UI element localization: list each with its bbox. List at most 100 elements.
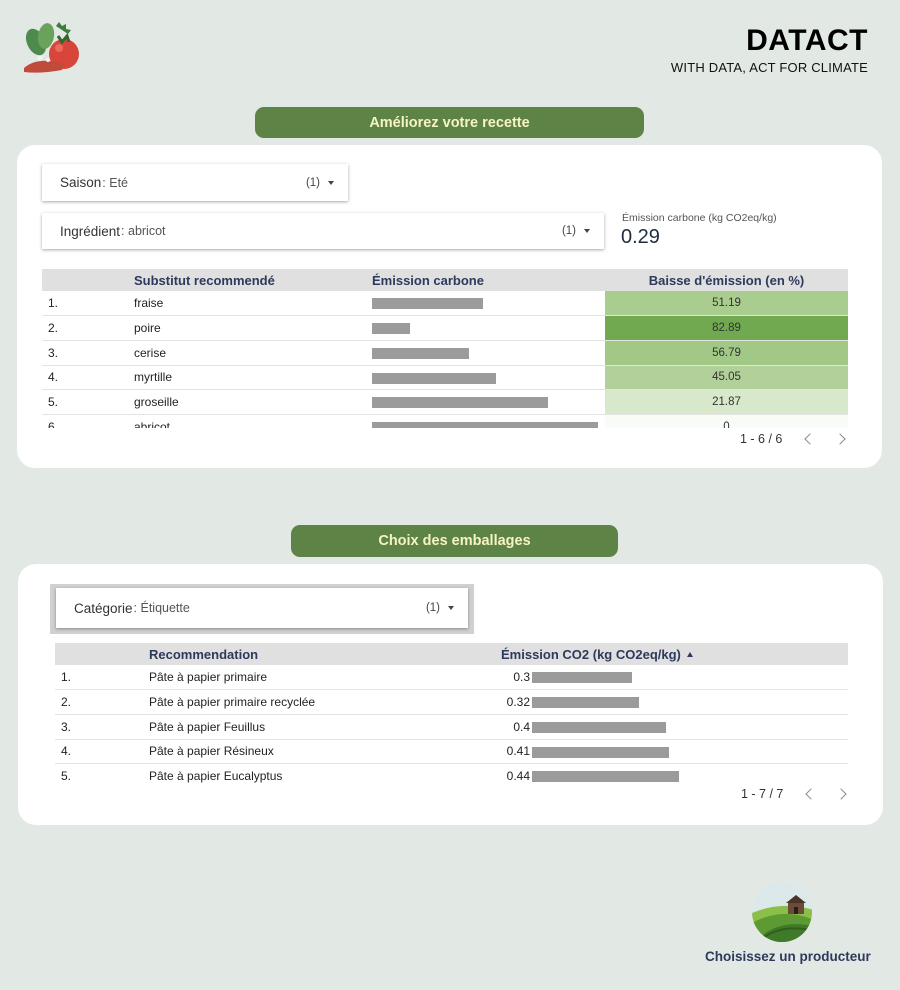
column-header-recommendation[interactable]: Recommendation: [142, 643, 472, 665]
packaging-table-container[interactable]: Recommendation Émission CO2 (kg CO2eq/kg…: [55, 643, 848, 785]
emission-bar: [372, 397, 548, 409]
pagination-label: 1 - 6 / 6: [740, 432, 783, 446]
emission-bar: [532, 672, 632, 684]
category-filter-count: (1): [425, 602, 440, 614]
row-rank: 2.: [42, 315, 127, 341]
chevron-right-icon[interactable]: [834, 433, 847, 445]
emission-bar: [372, 372, 496, 384]
row-recommendation-name: Pâte à papier Résineux: [142, 739, 472, 765]
brand-title: DATACT: [746, 24, 868, 57]
vegetables-logo-icon: [24, 22, 79, 73]
row-emission-bar-cell: [532, 739, 848, 765]
table-row[interactable]: 3. Pâte à papier Feuillus 0.4: [55, 714, 848, 740]
table-row[interactable]: 4. myrtille 45.05: [42, 365, 848, 391]
table-row[interactable]: 1. fraise 51.19: [42, 291, 848, 317]
column-header-drop[interactable]: Baisse d'émission (en %): [605, 269, 848, 291]
category-filter[interactable]: Catégorie : Étiquette (1): [56, 588, 468, 628]
row-emission-drop: 51.19: [605, 291, 848, 317]
table-row[interactable]: 5. Pâte à papier Eucalyptus 0.44: [55, 763, 848, 785]
category-filter-value: : Étiquette: [133, 601, 190, 615]
section-title-packaging: Choix des emballages: [291, 525, 618, 557]
ingredient-filter[interactable]: Ingrédient : abricot (1): [42, 213, 604, 249]
caret-down-icon: [448, 606, 454, 610]
row-rank: 3.: [55, 714, 142, 740]
caret-down-icon: [584, 229, 590, 233]
scorecard-label: Émission carbone (kg CO2eq/kg): [622, 212, 777, 224]
row-emission-drop: 82.89: [605, 315, 848, 341]
table-row[interactable]: 2. Pâte à papier primaire recyclée 0.32: [55, 689, 848, 715]
season-filter-value: : Eté: [102, 175, 128, 190]
pagination-label: 1 - 7 / 7: [741, 787, 784, 801]
emission-bar: [532, 722, 666, 734]
row-substitute-name: abricot: [127, 414, 366, 428]
farm-logo-icon[interactable]: [750, 880, 814, 944]
emission-bar: [532, 771, 679, 783]
chevron-left-icon[interactable]: [804, 433, 817, 445]
table-row[interactable]: 3. cerise 56.79: [42, 340, 848, 366]
column-header-substitute[interactable]: Substitut recommendé: [127, 269, 366, 291]
ingredient-filter-count: (1): [561, 225, 576, 237]
row-emission-drop: 0: [605, 414, 848, 428]
emission-bar: [372, 323, 410, 335]
packaging-table-pagination: 1 - 7 / 7: [741, 787, 848, 801]
row-emission-bar-cell: [532, 763, 848, 785]
column-header-emission[interactable]: Émission carbone: [366, 269, 605, 291]
row-recommendation-name: Pâte à papier Eucalyptus: [142, 763, 472, 785]
table-row[interactable]: 4. Pâte à papier Résineux 0.41: [55, 739, 848, 765]
row-emission-value: 0.41: [472, 739, 532, 765]
row-recommendation-name: Pâte à papier Feuillus: [142, 714, 472, 740]
table-row[interactable]: 1. Pâte à papier primaire 0.3: [55, 665, 848, 691]
row-emission-bar-cell: [532, 714, 848, 740]
season-filter-label: Saison: [60, 175, 102, 190]
row-emission-bar-cell: [532, 689, 848, 715]
column-header-co2-label: Émission CO2 (kg CO2eq/kg): [501, 646, 681, 662]
packaging-table: Recommendation Émission CO2 (kg CO2eq/kg…: [55, 643, 848, 785]
emission-bar: [372, 298, 483, 310]
substitute-table: Substitut recommendé Émission carbone Ba…: [42, 269, 848, 428]
emission-bar: [372, 348, 469, 360]
row-substitute-name: poire: [127, 315, 366, 341]
table-row[interactable]: 6. abricot 0: [42, 414, 848, 428]
column-header-rank[interactable]: [55, 643, 142, 665]
emission-bar: [532, 697, 639, 709]
row-emission-value: 0.3: [472, 665, 532, 691]
row-emission-bar-cell: [366, 340, 605, 366]
row-rank: 3.: [42, 340, 127, 366]
column-header-rank[interactable]: [42, 269, 127, 291]
row-rank: 5.: [42, 389, 127, 415]
caret-down-icon: [328, 180, 334, 185]
row-rank: 5.: [55, 763, 142, 785]
row-rank: 1.: [42, 291, 127, 317]
chevron-right-icon[interactable]: [835, 788, 848, 800]
table-row[interactable]: 5. groseille 21.87: [42, 389, 848, 415]
row-rank: 4.: [55, 739, 142, 765]
ingredient-filter-label: Ingrédient: [60, 223, 121, 239]
ingredient-filter-value: : abricot: [121, 224, 166, 238]
season-filter[interactable]: Saison : Eté (1): [42, 164, 348, 201]
row-rank: 6.: [42, 414, 127, 428]
row-emission-bar-cell: [366, 389, 605, 415]
choose-producer-link[interactable]: Choisissez un producteur: [705, 949, 871, 964]
row-emission-bar-cell: [532, 665, 848, 691]
brand-subtitle: WITH DATA, ACT FOR CLIMATE: [670, 60, 868, 75]
emission-bar: [532, 746, 669, 758]
section-title-recipe: Améliorez votre recette: [255, 107, 644, 138]
row-emission-drop: 56.79: [605, 340, 848, 366]
chevron-left-icon[interactable]: [805, 788, 818, 800]
row-emission-value: 0.32: [472, 689, 532, 715]
row-emission-bar-cell: [366, 365, 605, 391]
sort-ascending-icon: [686, 651, 693, 657]
row-recommendation-name: Pâte à papier primaire: [142, 665, 472, 691]
row-substitute-name: cerise: [127, 340, 366, 366]
row-rank: 1.: [55, 665, 142, 691]
row-emission-bar-cell: [366, 315, 605, 341]
row-emission-bar-cell: [366, 291, 605, 317]
table-row[interactable]: 2. poire 82.89: [42, 315, 848, 341]
substitute-table-pagination: 1 - 6 / 6: [740, 432, 847, 446]
row-emission-drop: 21.87: [605, 389, 848, 415]
row-substitute-name: myrtille: [127, 365, 366, 391]
column-header-co2[interactable]: Émission CO2 (kg CO2eq/kg): [472, 643, 848, 665]
row-substitute-name: groseille: [127, 389, 366, 415]
substitute-table-container[interactable]: Substitut recommendé Émission carbone Ba…: [42, 269, 848, 428]
row-recommendation-name: Pâte à papier primaire recyclée: [142, 689, 472, 715]
